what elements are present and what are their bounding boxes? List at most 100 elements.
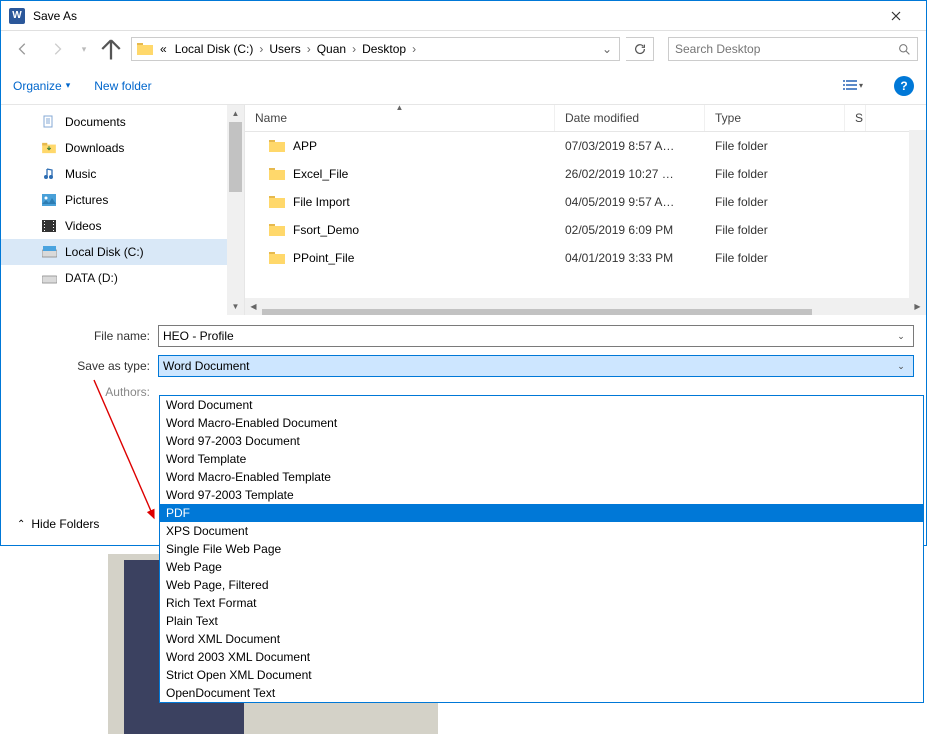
breadcrumb-quan[interactable]: Quan [313, 40, 350, 58]
cell-date: 04/05/2019 9:57 A… [555, 192, 705, 212]
nav-recent-dropdown[interactable]: ▾ [77, 35, 91, 63]
cell-date: 02/05/2019 6:09 PM [555, 220, 705, 240]
saveastype-option[interactable]: XPS Document [160, 522, 923, 540]
close-button[interactable] [873, 2, 918, 30]
folder-icon [269, 251, 285, 265]
downloads-icon [41, 140, 57, 156]
dropdown-caret-icon[interactable]: ⌄ [893, 361, 909, 372]
organize-label: Organize [13, 79, 62, 93]
list-header: ▲Name Date modified Type S [245, 105, 926, 132]
list-hscrollbar[interactable]: ◀ ▶ [245, 298, 926, 315]
tree-item-music[interactable]: Music [1, 161, 244, 187]
column-header-size[interactable]: S [845, 105, 866, 131]
table-row[interactable]: Fsort_Demo 02/05/2019 6:09 PMFile folder [245, 216, 926, 244]
breadcrumb-sep: › [350, 42, 358, 56]
sort-asc-icon: ▲ [396, 105, 404, 112]
file-list[interactable]: ▲Name Date modified Type S APP07/03/2019… [245, 105, 926, 315]
cell-type: File folder [705, 192, 845, 212]
saveastype-option[interactable]: Word XML Document [160, 630, 923, 648]
folder-icon [269, 223, 285, 237]
scroll-left-icon[interactable]: ◀ [245, 302, 262, 311]
tree-item-documents[interactable]: Documents [1, 109, 244, 135]
saveastype-option[interactable]: Word 97-2003 Template [160, 486, 923, 504]
nav-back-button[interactable] [9, 35, 37, 63]
list-vscrollbar[interactable] [909, 130, 926, 298]
column-header-type[interactable]: Type [705, 105, 845, 131]
saveastype-option[interactable]: Web Page, Filtered [160, 576, 923, 594]
file-name: Fsort_Demo [293, 223, 359, 237]
authors-label: Authors: [13, 385, 158, 399]
dropdown-caret-icon[interactable]: ⌄ [893, 331, 909, 342]
search-box[interactable] [668, 37, 918, 61]
breadcrumb-chevron[interactable]: « [156, 40, 171, 58]
tree-label: Videos [65, 219, 101, 233]
saveastype-option[interactable]: Word Macro-Enabled Template [160, 468, 923, 486]
tree-item-pictures[interactable]: Pictures [1, 187, 244, 213]
tree-label: Music [65, 167, 96, 181]
saveastype-option[interactable]: Word Document [160, 396, 923, 414]
search-icon [898, 43, 911, 56]
file-name: PPoint_File [293, 251, 354, 265]
organize-menu[interactable]: Organize ▾ [13, 79, 70, 93]
cell-name: APP [245, 136, 555, 156]
saveastype-combo[interactable]: Word Document ⌄ [158, 355, 914, 377]
saveastype-option[interactable]: Plain Text [160, 612, 923, 630]
cell-date: 26/02/2019 10:27 … [555, 164, 705, 184]
nav-up-button[interactable] [97, 35, 125, 63]
saveastype-option[interactable]: Word Macro-Enabled Document [160, 414, 923, 432]
table-row[interactable]: PPoint_File 04/01/2019 3:33 PMFile folder [245, 244, 926, 272]
word-app-icon: W [9, 8, 25, 24]
saveastype-dropdown-list[interactable]: Word DocumentWord Macro-Enabled Document… [159, 395, 924, 703]
cell-date: 04/01/2019 3:33 PM [555, 248, 705, 268]
scroll-up-icon[interactable]: ▲ [227, 105, 244, 122]
saveastype-option[interactable]: Rich Text Format [160, 594, 923, 612]
breadcrumb-localc[interactable]: Local Disk (C:) [171, 40, 258, 58]
scroll-down-icon[interactable]: ▼ [227, 298, 244, 315]
tree-item-downloads[interactable]: Downloads [1, 135, 244, 161]
address-bar[interactable]: « Local Disk (C:) › Users › Quan › Deskt… [131, 37, 620, 61]
cell-date: 07/03/2019 8:57 A… [555, 136, 705, 156]
table-row[interactable]: File Import 04/05/2019 9:57 A…File folder [245, 188, 926, 216]
saveastype-option[interactable]: Web Page [160, 558, 923, 576]
tree-scrollbar[interactable]: ▲ ▼ [227, 105, 244, 315]
tree-item-data-d[interactable]: DATA (D:) [1, 265, 244, 291]
tree-item-videos[interactable]: Videos [1, 213, 244, 239]
tree-label: Downloads [65, 141, 124, 155]
saveastype-option[interactable]: Strict Open XML Document [160, 666, 923, 684]
filename-combo[interactable]: HEO - Profile ⌄ [158, 325, 914, 347]
table-row[interactable]: APP07/03/2019 8:57 A…File folder [245, 132, 926, 160]
saveastype-option[interactable]: Word Template [160, 450, 923, 468]
saveastype-option[interactable]: Word 97-2003 Document [160, 432, 923, 450]
saveastype-option[interactable]: PDF [160, 504, 923, 522]
nav-forward-button[interactable] [43, 35, 71, 63]
address-dropdown-icon[interactable]: ⌄ [597, 42, 617, 56]
breadcrumb-sep: › [305, 42, 313, 56]
column-header-name[interactable]: ▲Name [245, 105, 555, 131]
file-name: File Import [293, 195, 350, 209]
column-header-date[interactable]: Date modified [555, 105, 705, 131]
scroll-right-icon[interactable]: ▶ [909, 302, 926, 311]
refresh-button[interactable] [626, 37, 654, 61]
folder-tree[interactable]: Documents Downloads Music Pictures Video… [1, 105, 245, 315]
search-input[interactable] [675, 42, 898, 56]
cell-type: File folder [705, 220, 845, 240]
new-folder-button[interactable]: New folder [94, 79, 151, 93]
breadcrumb-desktop[interactable]: Desktop [358, 40, 410, 58]
scroll-thumb[interactable] [229, 122, 242, 192]
table-row[interactable]: Excel_File26/02/2019 10:27 …File folder [245, 160, 926, 188]
body-area: Documents Downloads Music Pictures Video… [1, 105, 926, 315]
help-button[interactable]: ? [894, 76, 914, 96]
close-icon [891, 11, 901, 21]
saveastype-option[interactable]: OpenDocument Text [160, 684, 923, 702]
tree-item-local-disk-c[interactable]: Local Disk (C:) [1, 239, 244, 265]
chevron-up-icon: ⌃ [17, 519, 25, 530]
breadcrumb-users[interactable]: Users [265, 40, 304, 58]
view-mode-button[interactable]: ▾ [836, 74, 870, 98]
videos-icon [41, 218, 57, 234]
hide-folders-button[interactable]: ⌃ Hide Folders [17, 517, 99, 531]
saveastype-option[interactable]: Single File Web Page [160, 540, 923, 558]
cell-type: File folder [705, 248, 845, 268]
saveastype-option[interactable]: Word 2003 XML Document [160, 648, 923, 666]
scroll-thumb[interactable] [262, 309, 812, 316]
folder-icon [269, 139, 285, 153]
